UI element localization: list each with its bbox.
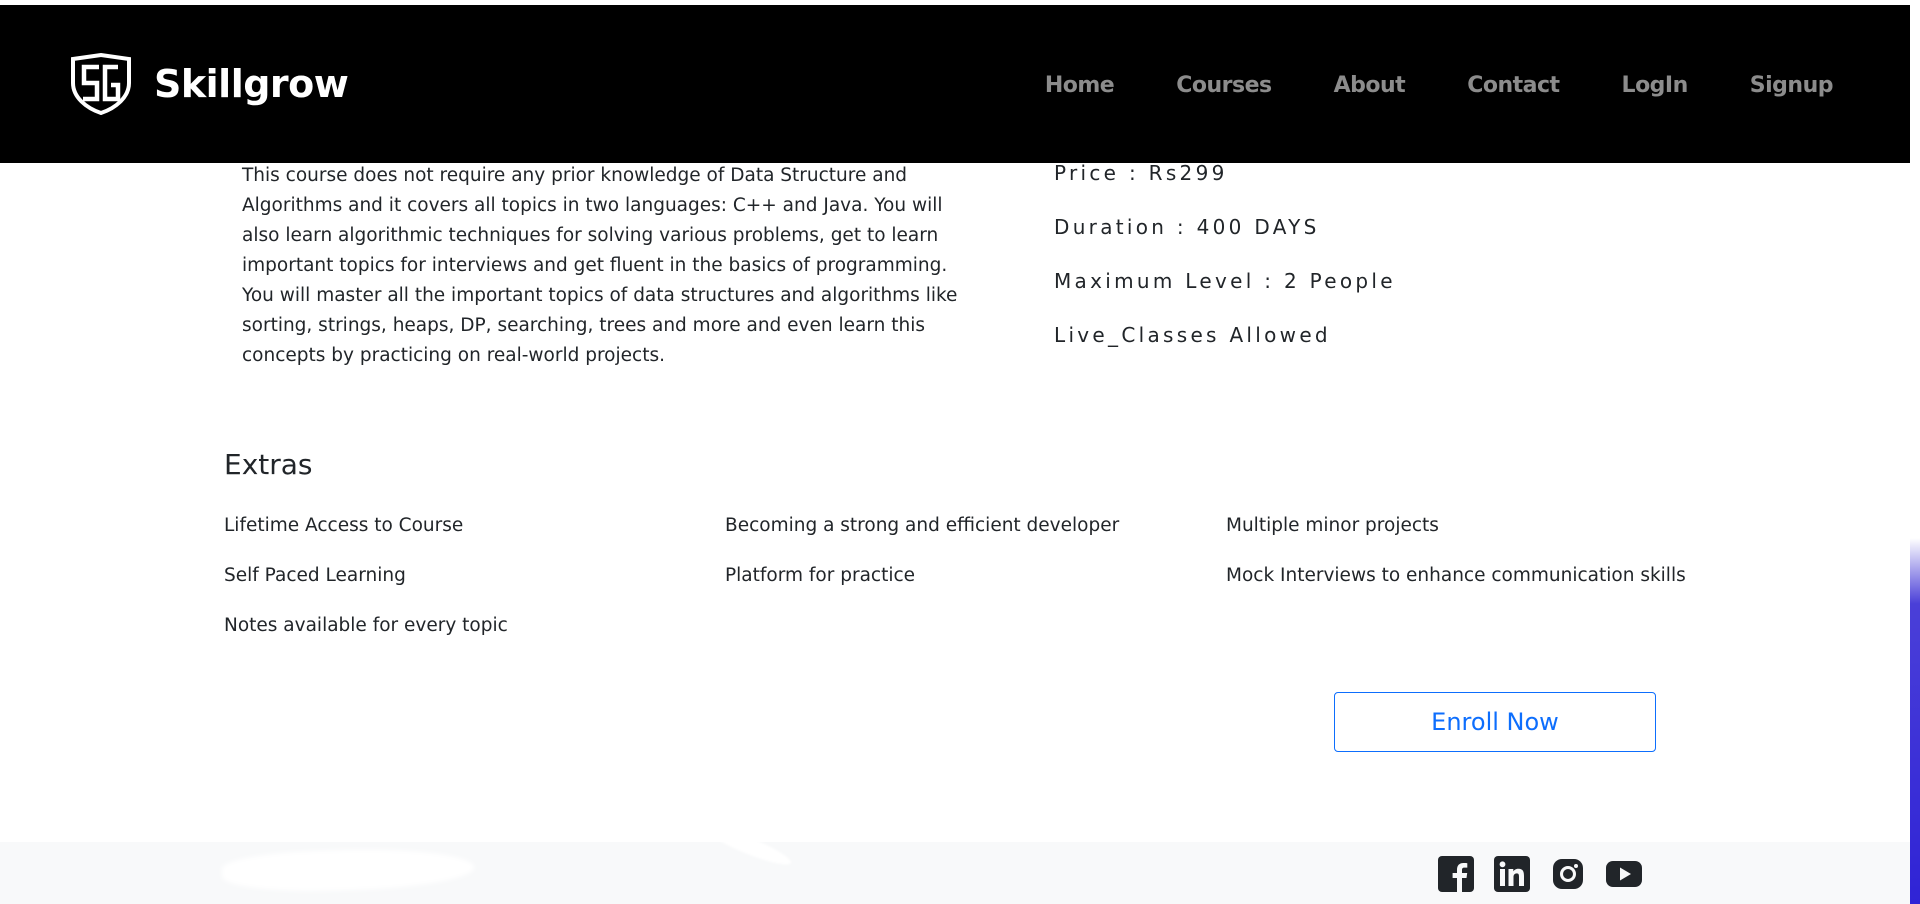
extras-item: Notes available for every topic	[224, 615, 508, 636]
course-live-classes: Live_Classes Allowed	[1054, 323, 1331, 347]
youtube-icon[interactable]	[1606, 856, 1642, 892]
course-max-level: Maximum Level : 2 People	[1054, 269, 1396, 293]
extras-item: Lifetime Access to Course	[224, 515, 464, 536]
extras-item: Multiple minor projects	[1226, 515, 1439, 536]
extras-column-2: Becoming a strong and efficient develope…	[725, 510, 1119, 610]
enroll-now-button[interactable]: Enroll Now	[1334, 692, 1656, 752]
extras-heading: Extras	[224, 448, 313, 481]
brand[interactable]: Skillgrow	[68, 53, 349, 115]
extras-column-1: Lifetime Access to Course Self Paced Lea…	[224, 510, 508, 660]
course-price: Price : Rs299	[1054, 161, 1228, 185]
sg-shield-logo-icon	[71, 53, 131, 115]
extras-item: Mock Interviews to enhance communication…	[1226, 565, 1686, 586]
instagram-icon[interactable]	[1550, 856, 1586, 892]
brand-name: Skillgrow	[154, 62, 349, 106]
nav-link-login[interactable]: LogIn	[1622, 73, 1689, 98]
extras-item: Platform for practice	[725, 565, 916, 586]
linkedin-icon[interactable]	[1494, 856, 1530, 892]
nav-link-home[interactable]: Home	[1045, 73, 1115, 98]
course-info: Price : Rs299 Duration : 400 DAYS Maximu…	[1054, 156, 1396, 372]
course-description: This course does not require any prior k…	[242, 165, 958, 366]
extras-column-3: Multiple minor projects Mock Interviews …	[1226, 510, 1686, 610]
course-details-page: Skillgrow Home Courses About Contact Log…	[0, 0, 1920, 904]
nav-links: Home Courses About Contact LogIn Signup	[1045, 73, 1834, 98]
nav-link-signup[interactable]: Signup	[1750, 73, 1834, 98]
facebook-icon[interactable]	[1438, 856, 1474, 892]
top-navbar: Skillgrow Home Courses About Contact Log…	[0, 5, 1910, 163]
nav-link-contact[interactable]: Contact	[1467, 73, 1560, 98]
social-links	[1438, 856, 1642, 892]
extras-item: Becoming a strong and efficient develope…	[725, 515, 1120, 536]
scrollbar-thumb[interactable]	[1910, 538, 1920, 904]
nav-link-about[interactable]: About	[1334, 73, 1406, 98]
course-duration: Duration : 400 DAYS	[1054, 215, 1320, 239]
extras-item: Self Paced Learning	[224, 565, 406, 586]
nav-link-courses[interactable]: Courses	[1176, 73, 1272, 98]
